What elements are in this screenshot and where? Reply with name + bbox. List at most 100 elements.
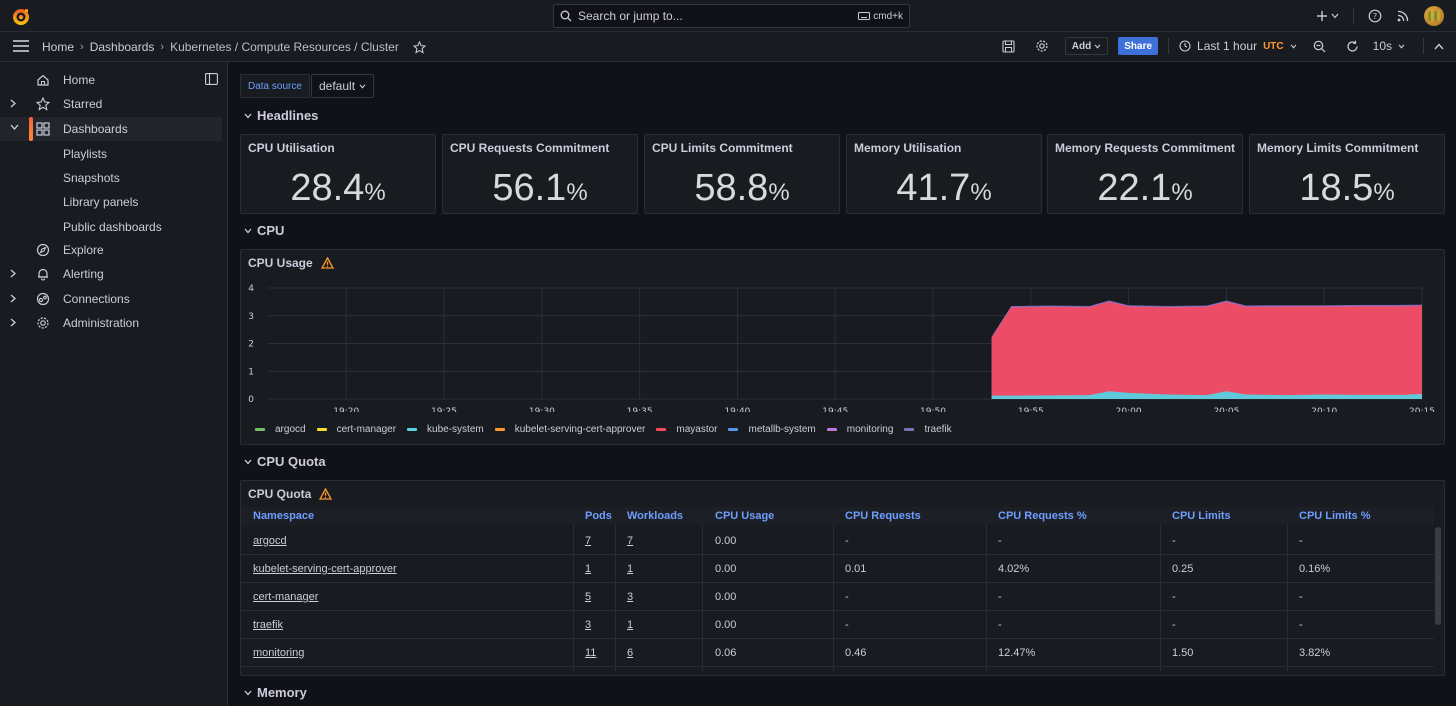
table-cell[interactable]: 5 xyxy=(585,591,591,603)
news-rss-icon[interactable] xyxy=(1396,9,1410,23)
chevron-right-icon[interactable] xyxy=(10,269,16,278)
help-icon[interactable]: ? xyxy=(1368,9,1382,23)
table-cell[interactable]: monitoring xyxy=(253,647,304,659)
add-button[interactable]: Add xyxy=(1064,37,1109,55)
row-memory[interactable]: Memory xyxy=(244,685,307,700)
table-cell: 1.50 xyxy=(1172,647,1194,659)
save-dashboard-icon[interactable] xyxy=(1002,39,1015,53)
legend-swatch xyxy=(826,428,837,431)
sidebar-item-alerting[interactable]: Alerting xyxy=(0,262,222,286)
column-header-pods[interactable]: Pods xyxy=(585,510,612,522)
breadcrumb-home[interactable]: Home xyxy=(42,40,74,54)
chevron-right-icon[interactable] xyxy=(10,318,16,327)
stat-value: 28.4% xyxy=(241,167,435,210)
chevron-right-icon[interactable] xyxy=(10,294,16,303)
table-cell[interactable]: 7 xyxy=(585,535,591,547)
breadcrumb-dashboards[interactable]: Dashboards xyxy=(90,40,155,54)
stat-unit: % xyxy=(1171,179,1193,206)
table-cell[interactable]: 3 xyxy=(585,619,591,631)
stat-panel-cpu-requests-commitment[interactable]: CPU Requests Commitment 56.1% xyxy=(442,134,638,214)
x-tick-label: 19:45 xyxy=(822,407,848,412)
row-title: Memory xyxy=(257,685,307,700)
table-cell[interactable]: 11 xyxy=(585,647,596,659)
column-header-cpu-requests[interactable]: CPU Requests xyxy=(845,510,921,522)
table-cell[interactable]: 1 xyxy=(627,563,633,575)
new-plus-icon[interactable] xyxy=(1316,10,1339,22)
legend-item[interactable]: mayastor xyxy=(656,424,717,435)
sidebar-item-dashboards[interactable]: Dashboards xyxy=(0,117,222,141)
column-header-cpu-usage[interactable]: CPU Usage xyxy=(715,510,774,522)
table-cell[interactable]: kubelet-serving-cert-approver xyxy=(253,563,397,575)
stat-unit: % xyxy=(768,179,790,206)
time-range-picker[interactable]: Last 1 hour UTC xyxy=(1179,39,1297,53)
stat-panel-cpu-limits-commitment[interactable]: CPU Limits Commitment 58.8% xyxy=(644,134,840,214)
table-cell[interactable]: 7 xyxy=(627,535,633,547)
sidebar-subitem-snapshots[interactable]: Snapshots xyxy=(63,171,120,185)
table-cell[interactable]: 6 xyxy=(627,647,633,659)
warning-icon[interactable] xyxy=(319,488,333,500)
column-header-cpu-requests-pct[interactable]: CPU Requests % xyxy=(998,510,1087,522)
chevron-right-icon[interactable] xyxy=(10,99,16,108)
breadcrumb-bar: Home › Dashboards › Kubernetes / Compute… xyxy=(0,32,1456,62)
column-header-namespace[interactable]: Namespace xyxy=(253,510,314,522)
cpu-usage-chart[interactable]: 0 1 2 3 4 19:20 19:25 19:30 19:35 19:40 19:45 19:50… xyxy=(241,276,1444,412)
panel-cpu-usage[interactable]: CPU Usage 0 1 2 3 4 19:20 19:25 19:30 19:35 19:40… xyxy=(240,249,1445,445)
warning-icon[interactable] xyxy=(320,257,334,269)
sidebar-item-home[interactable]: Home xyxy=(0,68,222,92)
apps-icon xyxy=(36,122,50,136)
share-button[interactable]: Share xyxy=(1118,37,1159,55)
zoom-out-icon[interactable] xyxy=(1313,40,1326,53)
table-cell[interactable]: cert-manager xyxy=(253,591,318,603)
chevron-up-icon[interactable] xyxy=(1434,42,1444,50)
search-bar[interactable]: Search or jump to... cmd+k xyxy=(553,4,910,28)
user-avatar[interactable] xyxy=(1424,6,1444,26)
table-cell: - xyxy=(1299,619,1303,631)
sidebar-item-label: Dashboards xyxy=(63,122,128,136)
stat-panel-cpu-utilisation[interactable]: CPU Utilisation 28.4% xyxy=(240,134,436,214)
table-row: cert-manager 5 3 0.00 - - - - xyxy=(241,583,1434,611)
menu-hamburger-icon[interactable] xyxy=(13,40,29,52)
table-cell[interactable]: argocd xyxy=(253,535,287,547)
legend-item[interactable]: kubelet-serving-cert-approver xyxy=(494,424,645,435)
stat-panel-memory-requests-commitment[interactable]: Memory Requests Commitment 22.1% xyxy=(1047,134,1243,214)
refresh-interval-picker[interactable]: 10s xyxy=(1373,39,1405,53)
sidebar-item-connections[interactable]: Connections xyxy=(0,287,222,311)
legend-item[interactable]: argocd xyxy=(255,424,306,435)
table-cell[interactable]: 1 xyxy=(585,563,591,575)
sidebar-subitem-library-panels[interactable]: Library panels xyxy=(63,195,138,209)
panel-title: CPU Utilisation xyxy=(248,141,335,155)
panel-cpu-quota[interactable]: CPU Quota Namespace Pods Workloads CPU U… xyxy=(240,480,1445,676)
column-header-cpu-limits-pct[interactable]: CPU Limits % xyxy=(1299,510,1371,522)
table-cell[interactable]: 3 xyxy=(627,591,633,603)
legend-item[interactable]: monitoring xyxy=(826,424,893,435)
chevron-down-icon[interactable] xyxy=(10,124,19,130)
table-cell[interactable]: 1 xyxy=(627,619,633,631)
table-cell[interactable]: traefik xyxy=(253,619,283,631)
stat-panel-memory-limits-commitment[interactable]: Memory Limits Commitment 18.5% xyxy=(1249,134,1445,214)
keyboard-icon xyxy=(858,12,871,20)
table-cell: - xyxy=(845,535,849,547)
settings-gear-icon[interactable] xyxy=(1035,39,1049,53)
row-headlines[interactable]: Headlines xyxy=(244,108,318,123)
row-cpu[interactable]: CPU xyxy=(244,223,284,238)
legend-item[interactable]: kube-system xyxy=(407,424,484,435)
legend-label: metallb-system xyxy=(748,424,816,435)
refresh-icon[interactable] xyxy=(1346,40,1359,53)
column-header-cpu-limits[interactable]: CPU Limits xyxy=(1172,510,1231,522)
legend-item[interactable]: metallb-system xyxy=(728,424,816,435)
sidebar-subitem-playlists[interactable]: Playlists xyxy=(63,147,107,161)
datasource-select[interactable]: default xyxy=(311,74,375,98)
star-icon[interactable] xyxy=(412,40,426,54)
sidebar-item-administration[interactable]: Administration xyxy=(0,311,222,335)
column-header-workloads[interactable]: Workloads xyxy=(627,510,683,522)
stat-panel-memory-utilisation[interactable]: Memory Utilisation 41.7% xyxy=(846,134,1042,214)
legend-item[interactable]: traefik xyxy=(904,424,952,435)
sidebar-item-starred[interactable]: Starred xyxy=(0,92,222,116)
x-tick-label: 19:55 xyxy=(1018,407,1044,412)
table-scrollbar[interactable] xyxy=(1435,527,1441,625)
legend-item[interactable]: cert-manager xyxy=(316,424,396,435)
row-cpu-quota[interactable]: CPU Quota xyxy=(244,454,326,469)
sidebar-subitem-public-dashboards[interactable]: Public dashboards xyxy=(63,220,162,234)
sidebar-item-explore[interactable]: Explore xyxy=(0,238,222,262)
grafana-logo-icon[interactable] xyxy=(11,7,31,27)
